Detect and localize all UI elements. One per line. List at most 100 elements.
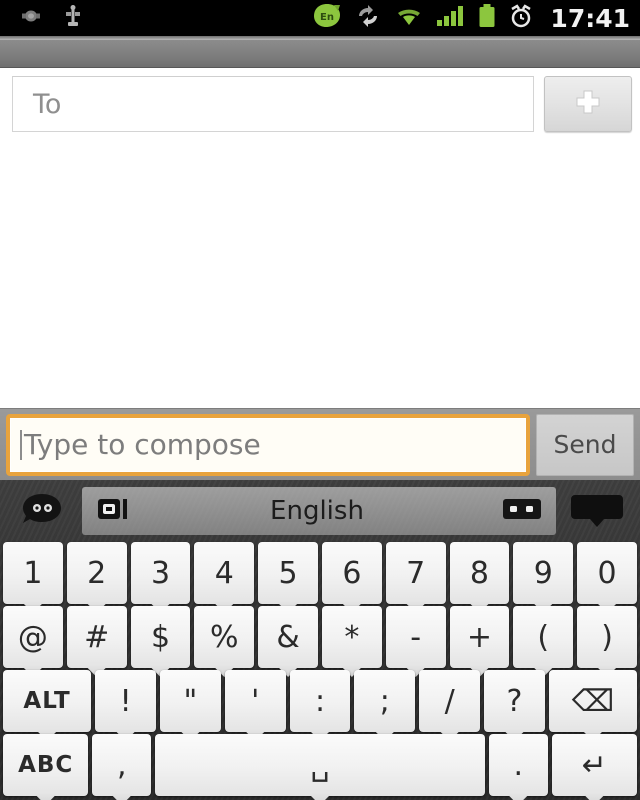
key-enter[interactable]: ↵ [551,734,637,796]
symbol-row: @ # $% & * - + () [0,606,640,668]
key-9-label: 9 [533,555,553,591]
svg-text:En: En [320,12,334,23]
key-abc-label: ABC [18,752,74,778]
key-at[interactable]: @ [3,606,63,668]
key-at-label: @ [17,619,48,655]
key-hyphen-label: - [410,619,422,655]
message-list [0,138,640,408]
keyboard-rows: 1 2 3 4 5 6 7 8 9 0 @ # $% & * - + () ALT! " ':; /? ⌫ ABC, ␣. ↵ [0,542,640,796]
key-slash[interactable]: / [419,670,481,732]
key-quote-double[interactable]: " [159,670,221,732]
android-messaging-screen: En 17:41 To Type to compose Send English… [0,0,640,800]
key-1-label: 1 [23,555,43,591]
bottom-row: ABC, ␣. ↵ [0,734,640,796]
key-question[interactable]: ? [484,670,545,732]
key-5[interactable]: 5 [258,542,318,604]
key-exclamation-label: ! [119,683,132,719]
language-bar[interactable]: English [82,487,556,535]
recipient-placeholder: To [33,88,62,120]
voice-input-icon[interactable] [96,493,132,530]
key-period[interactable]: . [488,734,548,796]
text-caret [20,429,22,460]
key-8[interactable]: 8 [449,542,510,604]
keyboard-layout-icon[interactable] [502,495,542,528]
key-7-label: 7 [406,555,426,591]
key-abc[interactable]: ABC [3,734,89,796]
key-2[interactable]: 2 [66,542,127,604]
key-quote-single-label: ' [251,683,260,719]
key-plus[interactable]: + [449,606,510,668]
key-dollar-label: $ [150,619,171,655]
key-question-label: ? [506,683,523,719]
compose-row: Type to compose Send [0,408,640,480]
key-semicolon-label: ; [379,683,390,719]
key-5-label: 5 [278,555,298,591]
key-paren-close-label: ) [601,619,613,655]
key-6[interactable]: 6 [321,542,382,604]
recipient-row: To [0,68,640,138]
battery-icon [478,3,496,33]
sync-icon [354,4,382,33]
key-paren-close[interactable]: ) [577,606,637,668]
key-0-label: 0 [597,555,617,591]
key-asterisk[interactable]: * [321,606,382,668]
key-space[interactable]: ␣ [155,734,485,796]
key-1[interactable]: 1 [3,542,63,604]
key-8-label: 8 [469,555,490,591]
key-quote-single[interactable]: ' [224,670,286,732]
key-colon-label: : [314,683,326,719]
key-comma[interactable]: , [92,734,152,796]
key-4-label: 4 [214,555,234,591]
recipient-input[interactable]: To [12,76,534,132]
language-en-icon: En [312,3,342,34]
key-backspace[interactable]: ⌫ [548,670,638,732]
alarm-icon [508,3,534,33]
key-exclamation[interactable]: ! [95,670,156,732]
add-contact-button[interactable] [544,76,632,132]
punctuation-row: ALT! " ':; /? ⌫ [0,670,640,732]
send-button-label: Send [553,430,617,459]
emoji-key[interactable] [8,487,76,535]
key-7[interactable]: 7 [385,542,446,604]
soft-keyboard: English 1 2 3 4 5 6 7 8 9 0 @ # $% & * - + () ALT [0,480,640,800]
status-bar-left-icons [20,4,82,32]
emoji-icon [20,492,64,531]
usb-icon [64,4,82,32]
key-dollar[interactable]: $ [130,606,191,668]
plus-icon [573,87,603,122]
key-percent-label: % [210,619,239,655]
keyboard-toolbar: English [0,480,640,542]
key-semicolon[interactable]: ; [354,670,416,732]
compose-input[interactable]: Type to compose [6,413,530,476]
key-hash[interactable]: # [66,606,127,668]
key-alt-label: ALT [23,688,71,714]
keyboard-hide-icon [569,489,625,534]
key-paren-open-label: ( [537,619,550,655]
debug-icon [20,7,42,30]
key-9[interactable]: 9 [513,542,574,604]
key-paren-open[interactable]: ( [513,606,574,668]
signal-icon [436,5,466,32]
key-ampersand[interactable]: & [258,606,318,668]
title-bar [0,40,640,68]
key-percent[interactable]: % [194,606,255,668]
key-3[interactable]: 3 [130,542,191,604]
status-bar: En 17:41 [0,0,640,36]
compose-placeholder: Type to compose [24,428,261,461]
key-backspace-label: ⌫ [571,683,615,719]
key-0[interactable]: 0 [577,542,637,604]
keyboard-hide-key[interactable] [562,487,632,535]
key-asterisk-label: * [344,619,360,655]
key-colon[interactable]: : [289,670,351,732]
key-hyphen[interactable]: - [385,606,446,668]
key-quote-double-label: " [183,683,198,719]
key-ampersand-label: & [276,619,300,655]
key-3-label: 3 [150,555,171,591]
key-comma-label: , [117,747,127,783]
key-slash-label: / [444,683,455,719]
key-alt[interactable]: ALT [3,670,92,732]
key-enter-label: ↵ [581,747,607,783]
key-2-label: 2 [87,555,107,591]
key-4[interactable]: 4 [194,542,255,604]
send-button[interactable]: Send [536,413,634,476]
